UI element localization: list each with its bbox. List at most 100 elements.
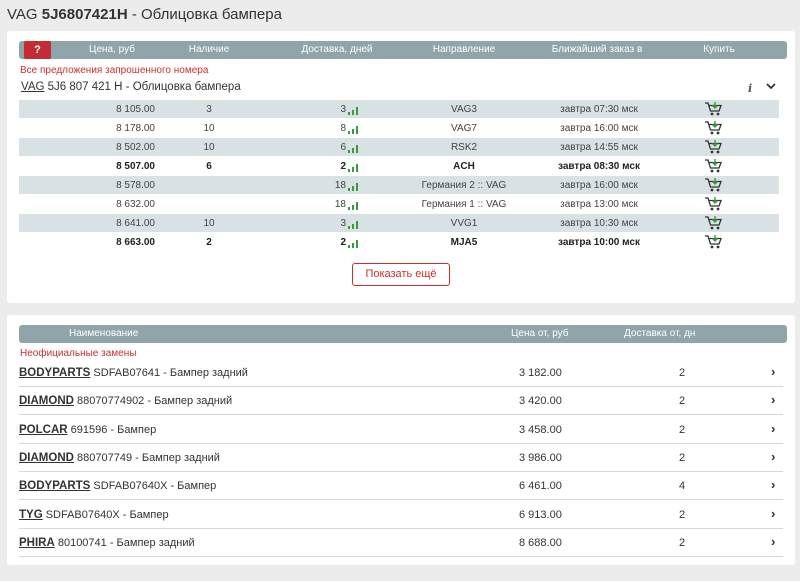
- offer-row: 8 663.00 2 2 MJA5 завтра 10:00 мск: [19, 233, 779, 251]
- offer-delivery: 6: [309, 142, 359, 153]
- offers-panel: ? Цена, руб Наличие Доставка, дней Напра…: [7, 31, 795, 303]
- offer-price: 8 578.00: [116, 180, 155, 191]
- offer-stock: 2: [206, 237, 212, 248]
- offers-section-label: Все предложения запрошенного номера: [20, 65, 209, 76]
- replacement-name: DIAMOND 880707749 - Бампер задний: [19, 452, 220, 464]
- offer-delivery: 8: [309, 123, 359, 134]
- page-title-separator: -: [127, 6, 142, 23]
- header-price: Цена, руб: [89, 44, 135, 55]
- offer-delivery: 18: [309, 180, 359, 191]
- replacements-section-label: Неофициальные замены: [20, 348, 137, 359]
- replacement-row[interactable]: BODYPARTS SDFAB07640X - Бампер 6 461.00 4 ›: [19, 472, 783, 501]
- replacement-row[interactable]: POLCAR 691596 - Бампер 3 458.00 2 ›: [19, 416, 783, 444]
- chevron-right-icon[interactable]: ›: [771, 364, 775, 379]
- offer-price: 8 641.00: [116, 218, 155, 229]
- offer-stock: 10: [203, 123, 215, 134]
- replacement-desc: 880707749 - Бампер задний: [73, 451, 220, 464]
- replacement-brand-link[interactable]: BODYPARTS: [19, 367, 90, 379]
- add-to-cart-icon[interactable]: [704, 177, 724, 193]
- replacement-brand-link[interactable]: TYG: [19, 509, 43, 521]
- replacement-price: 6 913.00: [519, 508, 562, 521]
- offer-delivery: 18: [309, 199, 359, 210]
- header-price-from: Цена от, руб: [511, 328, 569, 339]
- offer-row: 8 507.00 6 2 ACH завтра 08:30 мск: [19, 157, 779, 175]
- offer-price: 8 105.00: [116, 104, 155, 115]
- requested-part: VAG 5J6 807 421 H - Облицовка бампера: [21, 81, 241, 93]
- add-to-cart-icon[interactable]: [704, 215, 724, 231]
- help-button[interactable]: ?: [24, 41, 51, 59]
- replacement-delivery: 2: [679, 367, 686, 379]
- offer-row: 8 502.00 10 6 RSK2 завтра 14:55 мск: [19, 138, 779, 156]
- replacement-brand-link[interactable]: DIAMOND: [19, 395, 74, 407]
- replacement-price: 6 461.00: [519, 480, 562, 493]
- replacement-brand-link[interactable]: POLCAR: [19, 424, 68, 436]
- add-to-cart-icon[interactable]: [704, 139, 724, 155]
- offer-eta: завтра 13:00 мск: [560, 199, 638, 210]
- header-buy: Купить: [703, 44, 735, 55]
- offer-row: 8 178.00 10 8 VAG7 завтра 16:00 мск: [19, 119, 779, 137]
- offer-delivery-days: 2: [340, 161, 346, 172]
- replacement-brand-link[interactable]: PHIRA: [19, 537, 55, 549]
- chevron-right-icon[interactable]: ›: [771, 477, 775, 492]
- offer-delivery-days: 2: [340, 237, 346, 248]
- header-delivery-from: Доставка от, дн: [624, 328, 696, 339]
- replacements-panel: Наименование Цена от, руб Доставка от, д…: [7, 315, 795, 565]
- replacement-row[interactable]: DIAMOND 88070774902 - Бампер задний 3 420…: [19, 387, 783, 416]
- offer-price: 8 632.00: [116, 199, 155, 210]
- replacement-row[interactable]: TYG SDFAB07640X - Бампер 6 913.00 2 ›: [19, 501, 783, 529]
- signal-icon: [348, 145, 359, 153]
- part-brand-link[interactable]: VAG: [21, 81, 44, 93]
- replacement-row[interactable]: PHIRA 80100741 - Бампер задний 8 688.00 2 ›: [19, 529, 783, 557]
- add-to-cart-icon[interactable]: [704, 120, 724, 136]
- replacement-price: 3 458.00: [519, 423, 562, 436]
- offer-direction: VAG7: [451, 123, 477, 134]
- chevron-right-icon[interactable]: ›: [771, 506, 775, 521]
- offer-stock: 10: [203, 218, 215, 229]
- offer-eta: завтра 08:30 мск: [558, 161, 640, 172]
- offer-stock: 3: [206, 104, 212, 115]
- header-eta: Ближайший заказ в: [551, 44, 643, 55]
- chevron-down-icon[interactable]: [766, 79, 776, 93]
- signal-icon: [348, 107, 359, 115]
- chevron-right-icon[interactable]: ›: [771, 421, 775, 436]
- add-to-cart-icon[interactable]: [704, 101, 724, 117]
- offer-stock: 10: [203, 142, 215, 153]
- add-to-cart-icon[interactable]: [704, 234, 724, 250]
- part-name: Облицовка бампера: [132, 81, 241, 93]
- replacement-desc: SDFAB07640X - Бампер: [42, 508, 169, 521]
- offer-delivery: 3: [309, 104, 359, 115]
- chevron-right-icon[interactable]: ›: [771, 392, 775, 407]
- replacement-price: 8 688.00: [519, 536, 562, 549]
- replacement-brand-link[interactable]: DIAMOND: [19, 452, 74, 464]
- header-delivery: Доставка, дней: [301, 44, 373, 55]
- chevron-right-icon[interactable]: ›: [771, 534, 775, 549]
- info-icon[interactable]: i: [748, 82, 752, 95]
- replacement-desc: 88070774902 - Бампер задний: [73, 395, 233, 408]
- offer-eta: завтра 16:00 мск: [560, 180, 638, 191]
- replacement-desc: SDFAB07640X - Бампер: [90, 480, 217, 493]
- offer-row: 8 641.00 10 3 VVG1 завтра 10:30 мск: [19, 214, 779, 232]
- add-to-cart-icon[interactable]: [704, 158, 724, 174]
- replacement-name: BODYPARTS SDFAB07641 - Бампер задний: [19, 367, 248, 379]
- replacement-price: 3 420.00: [519, 395, 562, 408]
- chevron-right-icon[interactable]: ›: [771, 449, 775, 464]
- offer-direction: ACH: [453, 161, 475, 172]
- replacement-row[interactable]: BODYPARTS SDFAB07641 - Бампер задний 3 18…: [19, 359, 783, 387]
- replacement-delivery: 2: [679, 536, 686, 549]
- offer-row: 8 578.00 18 Германия 2 :: VAG завтра 16:00 …: [19, 176, 779, 194]
- offer-row: 8 105.00 3 3 VAG3 завтра 07:30 мск: [19, 100, 779, 118]
- replacement-price: 3 182.00: [519, 367, 562, 379]
- replacement-brand-link[interactable]: BODYPARTS: [19, 480, 90, 492]
- replacement-row[interactable]: DIAMOND 880707749 - Бампер задний 3 986.0…: [19, 444, 783, 472]
- offer-price: 8 178.00: [116, 123, 155, 134]
- offer-delivery-days: 18: [334, 199, 346, 210]
- replacement-name: DIAMOND 88070774902 - Бампер задний: [19, 395, 232, 407]
- signal-icon: [348, 221, 359, 229]
- show-more-button[interactable]: Показать ещё: [352, 263, 450, 286]
- add-to-cart-icon[interactable]: [704, 196, 724, 212]
- replacement-name: BODYPARTS SDFAB07640X - Бампер: [19, 480, 216, 492]
- signal-icon: [348, 183, 359, 191]
- offer-eta: завтра 10:00 мск: [558, 237, 640, 248]
- offer-stock: 6: [206, 161, 212, 172]
- offer-delivery: 2: [309, 161, 359, 172]
